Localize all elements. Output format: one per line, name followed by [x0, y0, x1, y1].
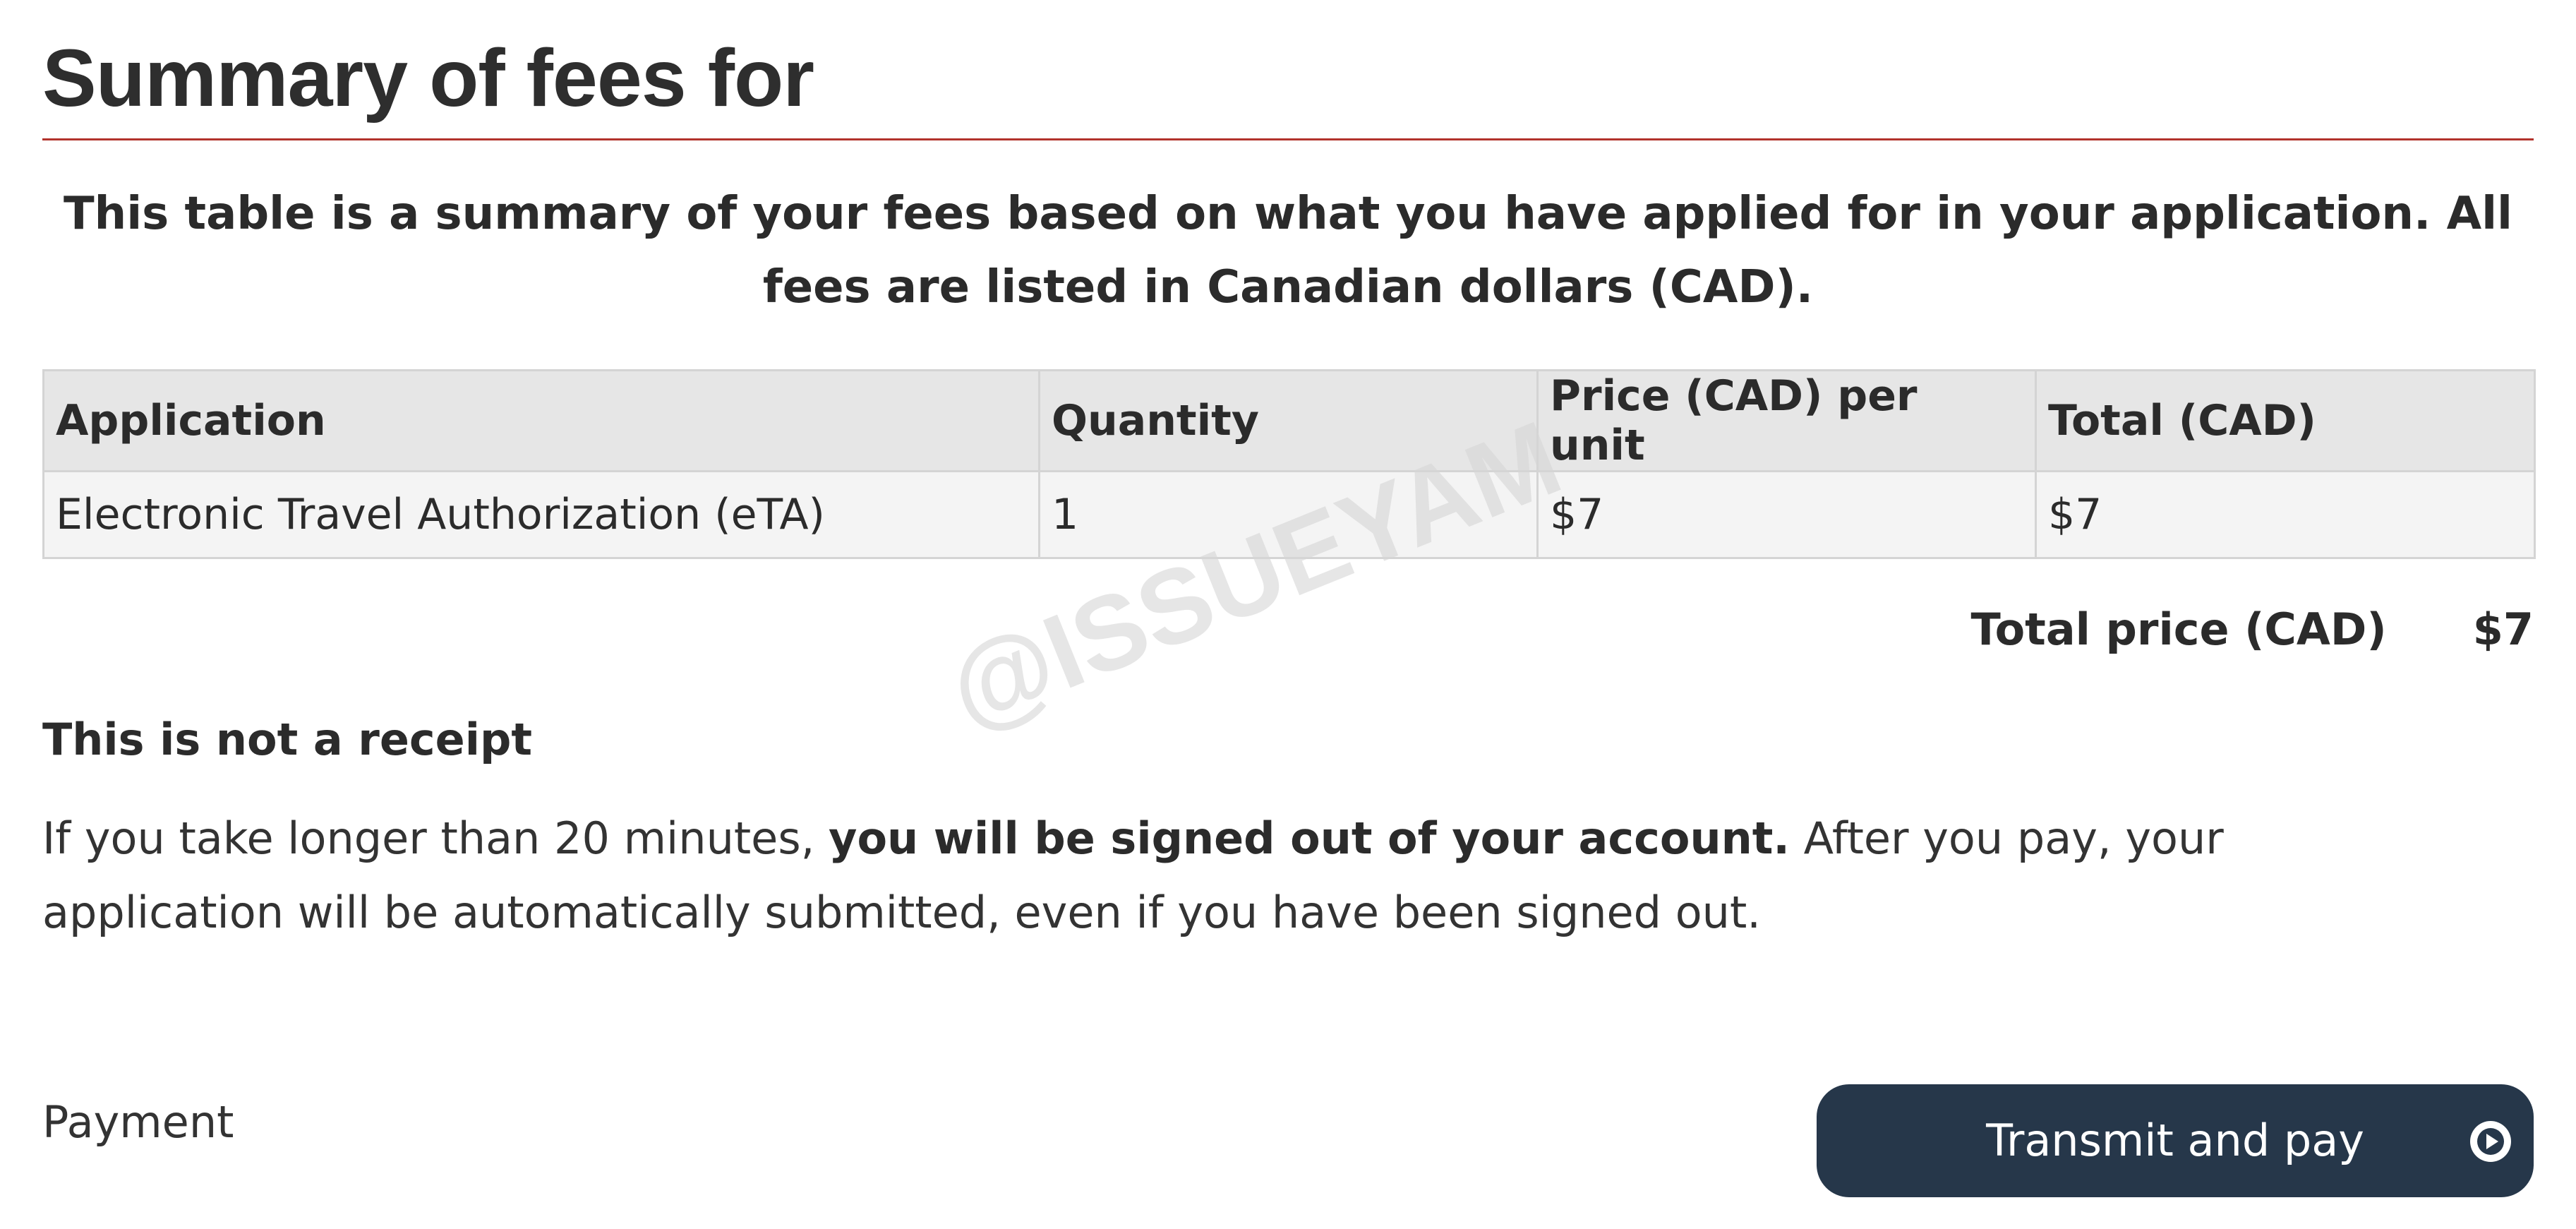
fee-summary-page: Summary of fees for This table is a summ…	[42, 0, 2536, 1197]
total-price-value: $7	[2472, 604, 2534, 655]
payment-label: Payment	[42, 1096, 234, 1148]
cell-unit-price: $7	[1536, 470, 2037, 559]
cell-total: $7	[2035, 470, 2536, 559]
column-header-unit-price: Price (CAD) per unit	[1536, 369, 2037, 472]
cell-application-name: Electronic Travel Authorization (eTA)	[42, 470, 1040, 559]
column-header-total: Total (CAD)	[2035, 369, 2536, 472]
table-row: Electronic Travel Authorization (eTA) 1 …	[42, 470, 2536, 559]
play-circle-icon	[2470, 1121, 2511, 1162]
transmit-and-pay-button[interactable]: Transmit and pay	[1817, 1084, 2534, 1197]
column-header-application: Application	[42, 369, 1040, 472]
total-price: Total price (CAD) $7	[1971, 601, 2534, 658]
fees-intro-text: This table is a summary of your fees bas…	[64, 188, 2512, 313]
transmit-and-pay-label: Transmit and pay	[1986, 1115, 2364, 1166]
signout-notice-text-start: If you take longer than 20 minutes,	[42, 813, 829, 864]
fees-table: Application Quantity Price (CAD) per uni…	[42, 369, 2536, 559]
total-price-label: Total price (CAD)	[1970, 604, 2387, 655]
cell-quantity: 1	[1038, 470, 1539, 559]
column-header-quantity: Quantity	[1038, 369, 1539, 472]
page-title: Summary of fees for	[42, 33, 814, 124]
not-receipt-heading: This is not a receipt	[42, 714, 532, 765]
signout-notice: If you take longer than 20 minutes, you …	[42, 801, 2442, 949]
title-divider	[42, 138, 2534, 140]
signout-notice-emphasis: you will be signed out of your account.	[829, 813, 1790, 864]
table-header-row: Application Quantity Price (CAD) per uni…	[42, 369, 2536, 472]
